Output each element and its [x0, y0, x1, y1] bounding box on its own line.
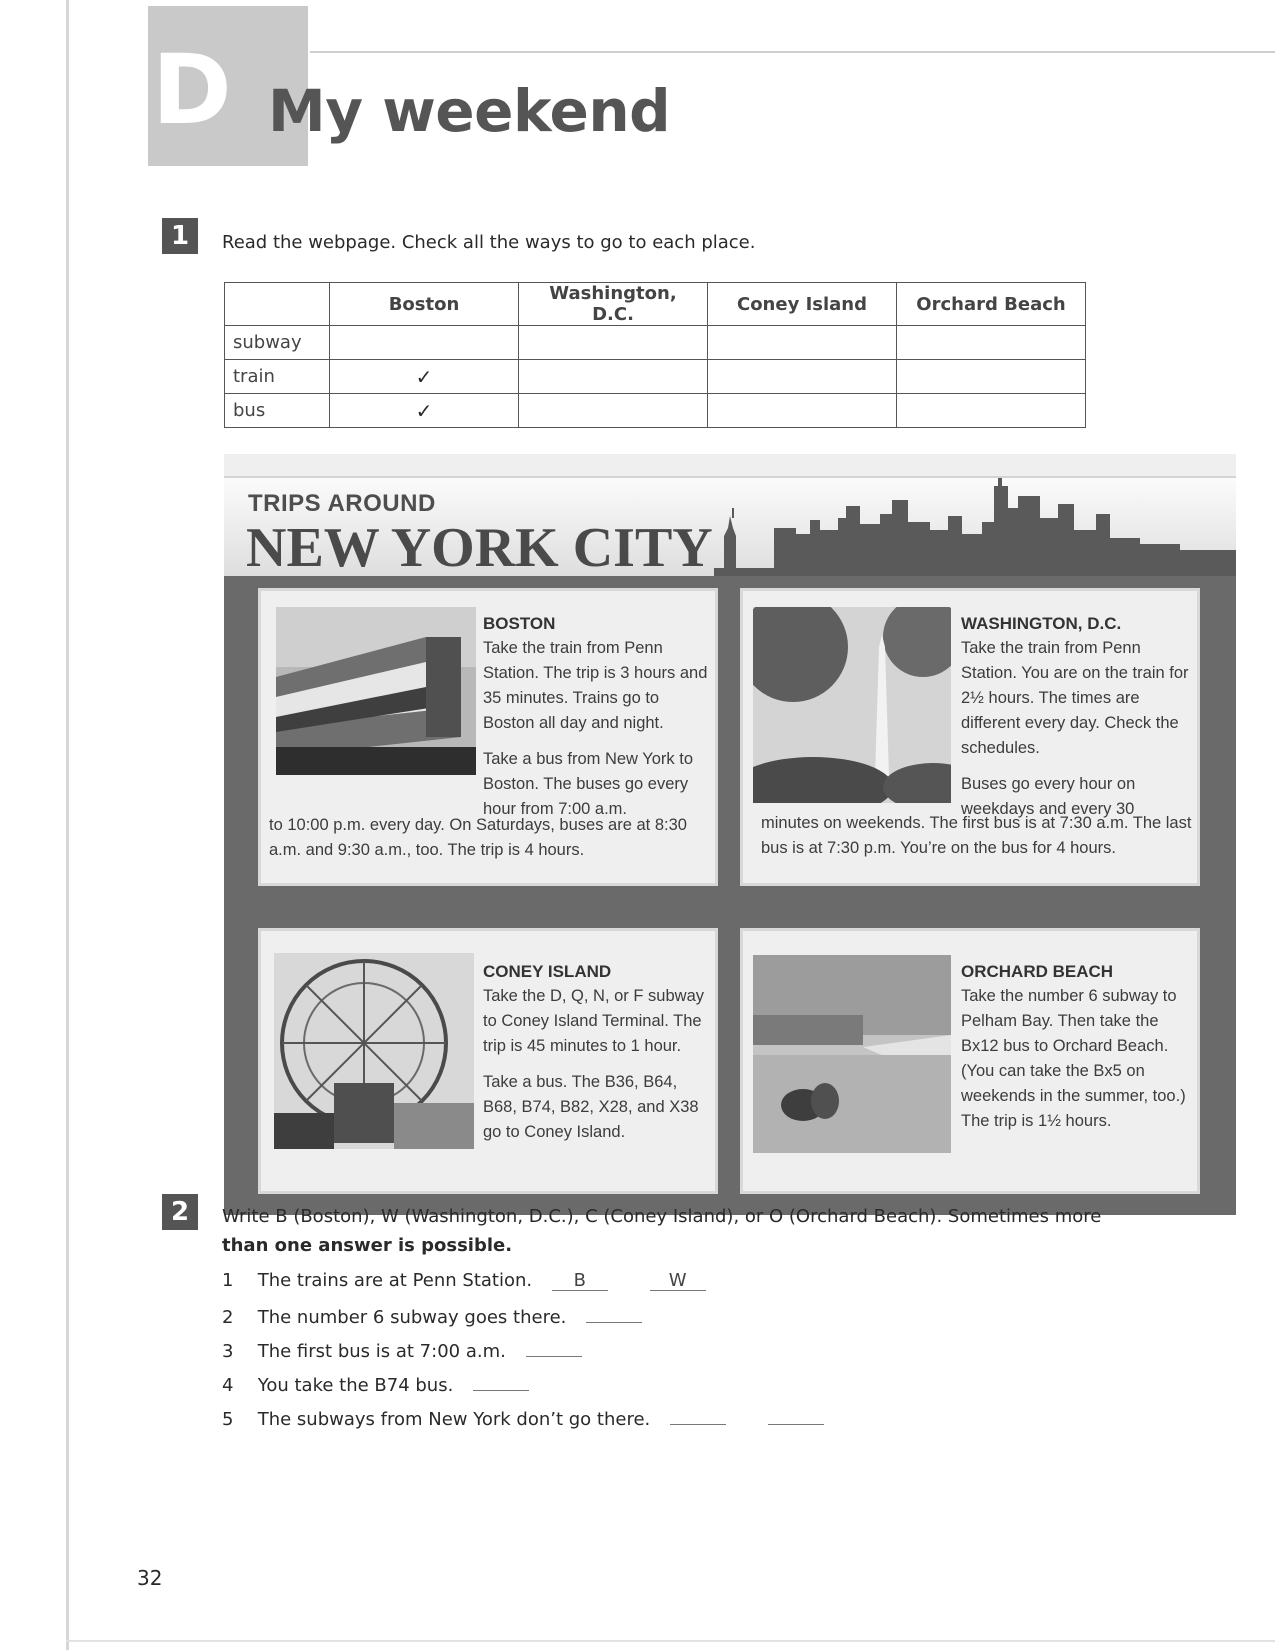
- question-number: 3: [222, 1341, 234, 1362]
- coney-island-heading: CONEY ISLAND: [483, 962, 612, 981]
- orchard-beach-heading: ORCHARD BEACH: [961, 962, 1114, 981]
- question-item: 4 You take the B74 bus.: [222, 1372, 530, 1396]
- check-cell[interactable]: [518, 359, 708, 394]
- unit-title: My weekend: [268, 77, 671, 145]
- unit-letter: D: [152, 34, 232, 146]
- answer-blank[interactable]: B: [551, 1272, 608, 1291]
- check-cell[interactable]: [518, 325, 708, 360]
- question-number: 5: [222, 1409, 234, 1430]
- table-header-row: Boston Washington, D.C. Coney Island Orc…: [224, 282, 1086, 326]
- exercise-2-instruction-line-2: than one answer is possible.: [222, 1235, 513, 1256]
- binding-line: [66, 0, 69, 1650]
- question-text: The trains are at Penn Station.: [257, 1270, 533, 1291]
- check-cell[interactable]: [896, 359, 1086, 394]
- table-header-cell: Boston: [329, 282, 519, 326]
- row-label: bus: [224, 393, 330, 428]
- transport-check-table: Boston Washington, D.C. Coney Island Orc…: [224, 282, 1086, 428]
- table-header-cell: Washington, D.C.: [518, 282, 708, 326]
- answer-blank[interactable]: [670, 1406, 726, 1425]
- check-cell[interactable]: ✓: [329, 359, 519, 394]
- check-cell[interactable]: [896, 393, 1086, 428]
- question-number: 4: [222, 1375, 234, 1396]
- check-cell[interactable]: [707, 359, 897, 394]
- check-cell[interactable]: ✓: [329, 393, 519, 428]
- exercise-1-number: 1: [162, 218, 198, 254]
- table-header-cell: Coney Island: [707, 282, 897, 326]
- check-cell[interactable]: [329, 325, 519, 360]
- table-row: subway: [224, 325, 1086, 360]
- boston-card: BOSTON Take the train from Penn Station.…: [258, 588, 718, 886]
- boston-train-text: Take the train from Penn Station. The tr…: [483, 639, 708, 732]
- beach-photo: [753, 955, 951, 1153]
- answer-blank[interactable]: W: [649, 1272, 706, 1291]
- browser-bar: [224, 454, 1236, 478]
- orchard-beach-card: ORCHARD BEACH Take the number 6 subway t…: [740, 928, 1200, 1194]
- orchard-beach-text: Take the number 6 subway to Pelham Bay. …: [961, 987, 1186, 1130]
- table-header-cell: Orchard Beach: [896, 282, 1086, 326]
- washington-card: WASHINGTON, D.C. Take the train from Pen…: [740, 588, 1200, 886]
- question-number: 1: [222, 1270, 234, 1291]
- exercise-2-number: 2: [162, 1194, 198, 1230]
- boston-heading: BOSTON: [483, 614, 556, 633]
- question-number: 2: [222, 1307, 234, 1328]
- question-item: 1 The trains are at Penn Station. B W: [222, 1270, 706, 1291]
- ferris-wheel-photo: [274, 953, 474, 1149]
- answer-blank[interactable]: [473, 1372, 530, 1391]
- question-text: The first bus is at 7:00 a.m.: [257, 1341, 506, 1362]
- coney-island-subway-text: Take the D, Q, N, or F subway to Coney I…: [483, 987, 704, 1055]
- boston-bus-text: Take a bus from New York to Boston. The …: [483, 750, 694, 818]
- table-row: train ✓: [224, 359, 1086, 394]
- washington-bus-text-continued: minutes on weekends. The first bus is at…: [761, 814, 1192, 857]
- page-number: 32: [137, 1566, 163, 1590]
- webpage-header: TRIPS AROUND NEW YORK CITY: [224, 478, 1236, 576]
- answer-blank[interactable]: [586, 1304, 643, 1323]
- header-rule: [310, 51, 1275, 53]
- question-text: The subways from New York don’t go there…: [257, 1409, 651, 1430]
- page-bottom-rule: [66, 1640, 1275, 1642]
- coney-island-bus-text: Take a bus. The B36, B64, B68, B74, B82,…: [483, 1073, 699, 1141]
- question-item: 5 The subways from New York don’t go the…: [222, 1406, 824, 1430]
- train-photo: [276, 607, 476, 775]
- boston-bus-text-continued: to 10:00 p.m. every day. On Saturdays, b…: [269, 816, 687, 859]
- row-label: subway: [224, 325, 330, 360]
- check-cell[interactable]: [707, 325, 897, 360]
- coney-island-card: CONEY ISLAND Take the D, Q, N, or F subw…: [258, 928, 718, 1194]
- table-row: bus ✓: [224, 393, 1086, 428]
- question-text: The number 6 subway goes there.: [257, 1307, 567, 1328]
- row-label: train: [224, 359, 330, 394]
- question-item: 3 The first bus is at 7:00 a.m.: [222, 1338, 582, 1362]
- washington-heading: WASHINGTON, D.C.: [961, 614, 1122, 633]
- check-cell[interactable]: [518, 393, 708, 428]
- table-header-cell: [224, 282, 330, 326]
- check-cell[interactable]: [896, 325, 1086, 360]
- exercise-1-instruction: Read the webpage. Check all the ways to …: [222, 232, 756, 253]
- city-skyline-icon: [714, 478, 1236, 576]
- question-item: 2 The number 6 subway goes there.: [222, 1304, 643, 1328]
- monument-photo: [753, 607, 951, 803]
- webpage-subtitle: TRIPS AROUND: [248, 490, 436, 517]
- webpage-title: NEW YORK CITY: [246, 517, 713, 576]
- washington-train-text: Take the train from Penn Station. You ar…: [961, 639, 1189, 757]
- question-text: You take the B74 bus.: [257, 1375, 454, 1396]
- trips-webpage: TRIPS AROUND NEW YORK CITY BOSTON Take t…: [224, 454, 1236, 1215]
- answer-blank[interactable]: [525, 1338, 582, 1357]
- exercise-2-instruction-line-1: Write B (Boston), W (Washington, D.C.), …: [222, 1206, 1102, 1227]
- answer-blank[interactable]: [767, 1406, 824, 1425]
- check-cell[interactable]: [707, 393, 897, 428]
